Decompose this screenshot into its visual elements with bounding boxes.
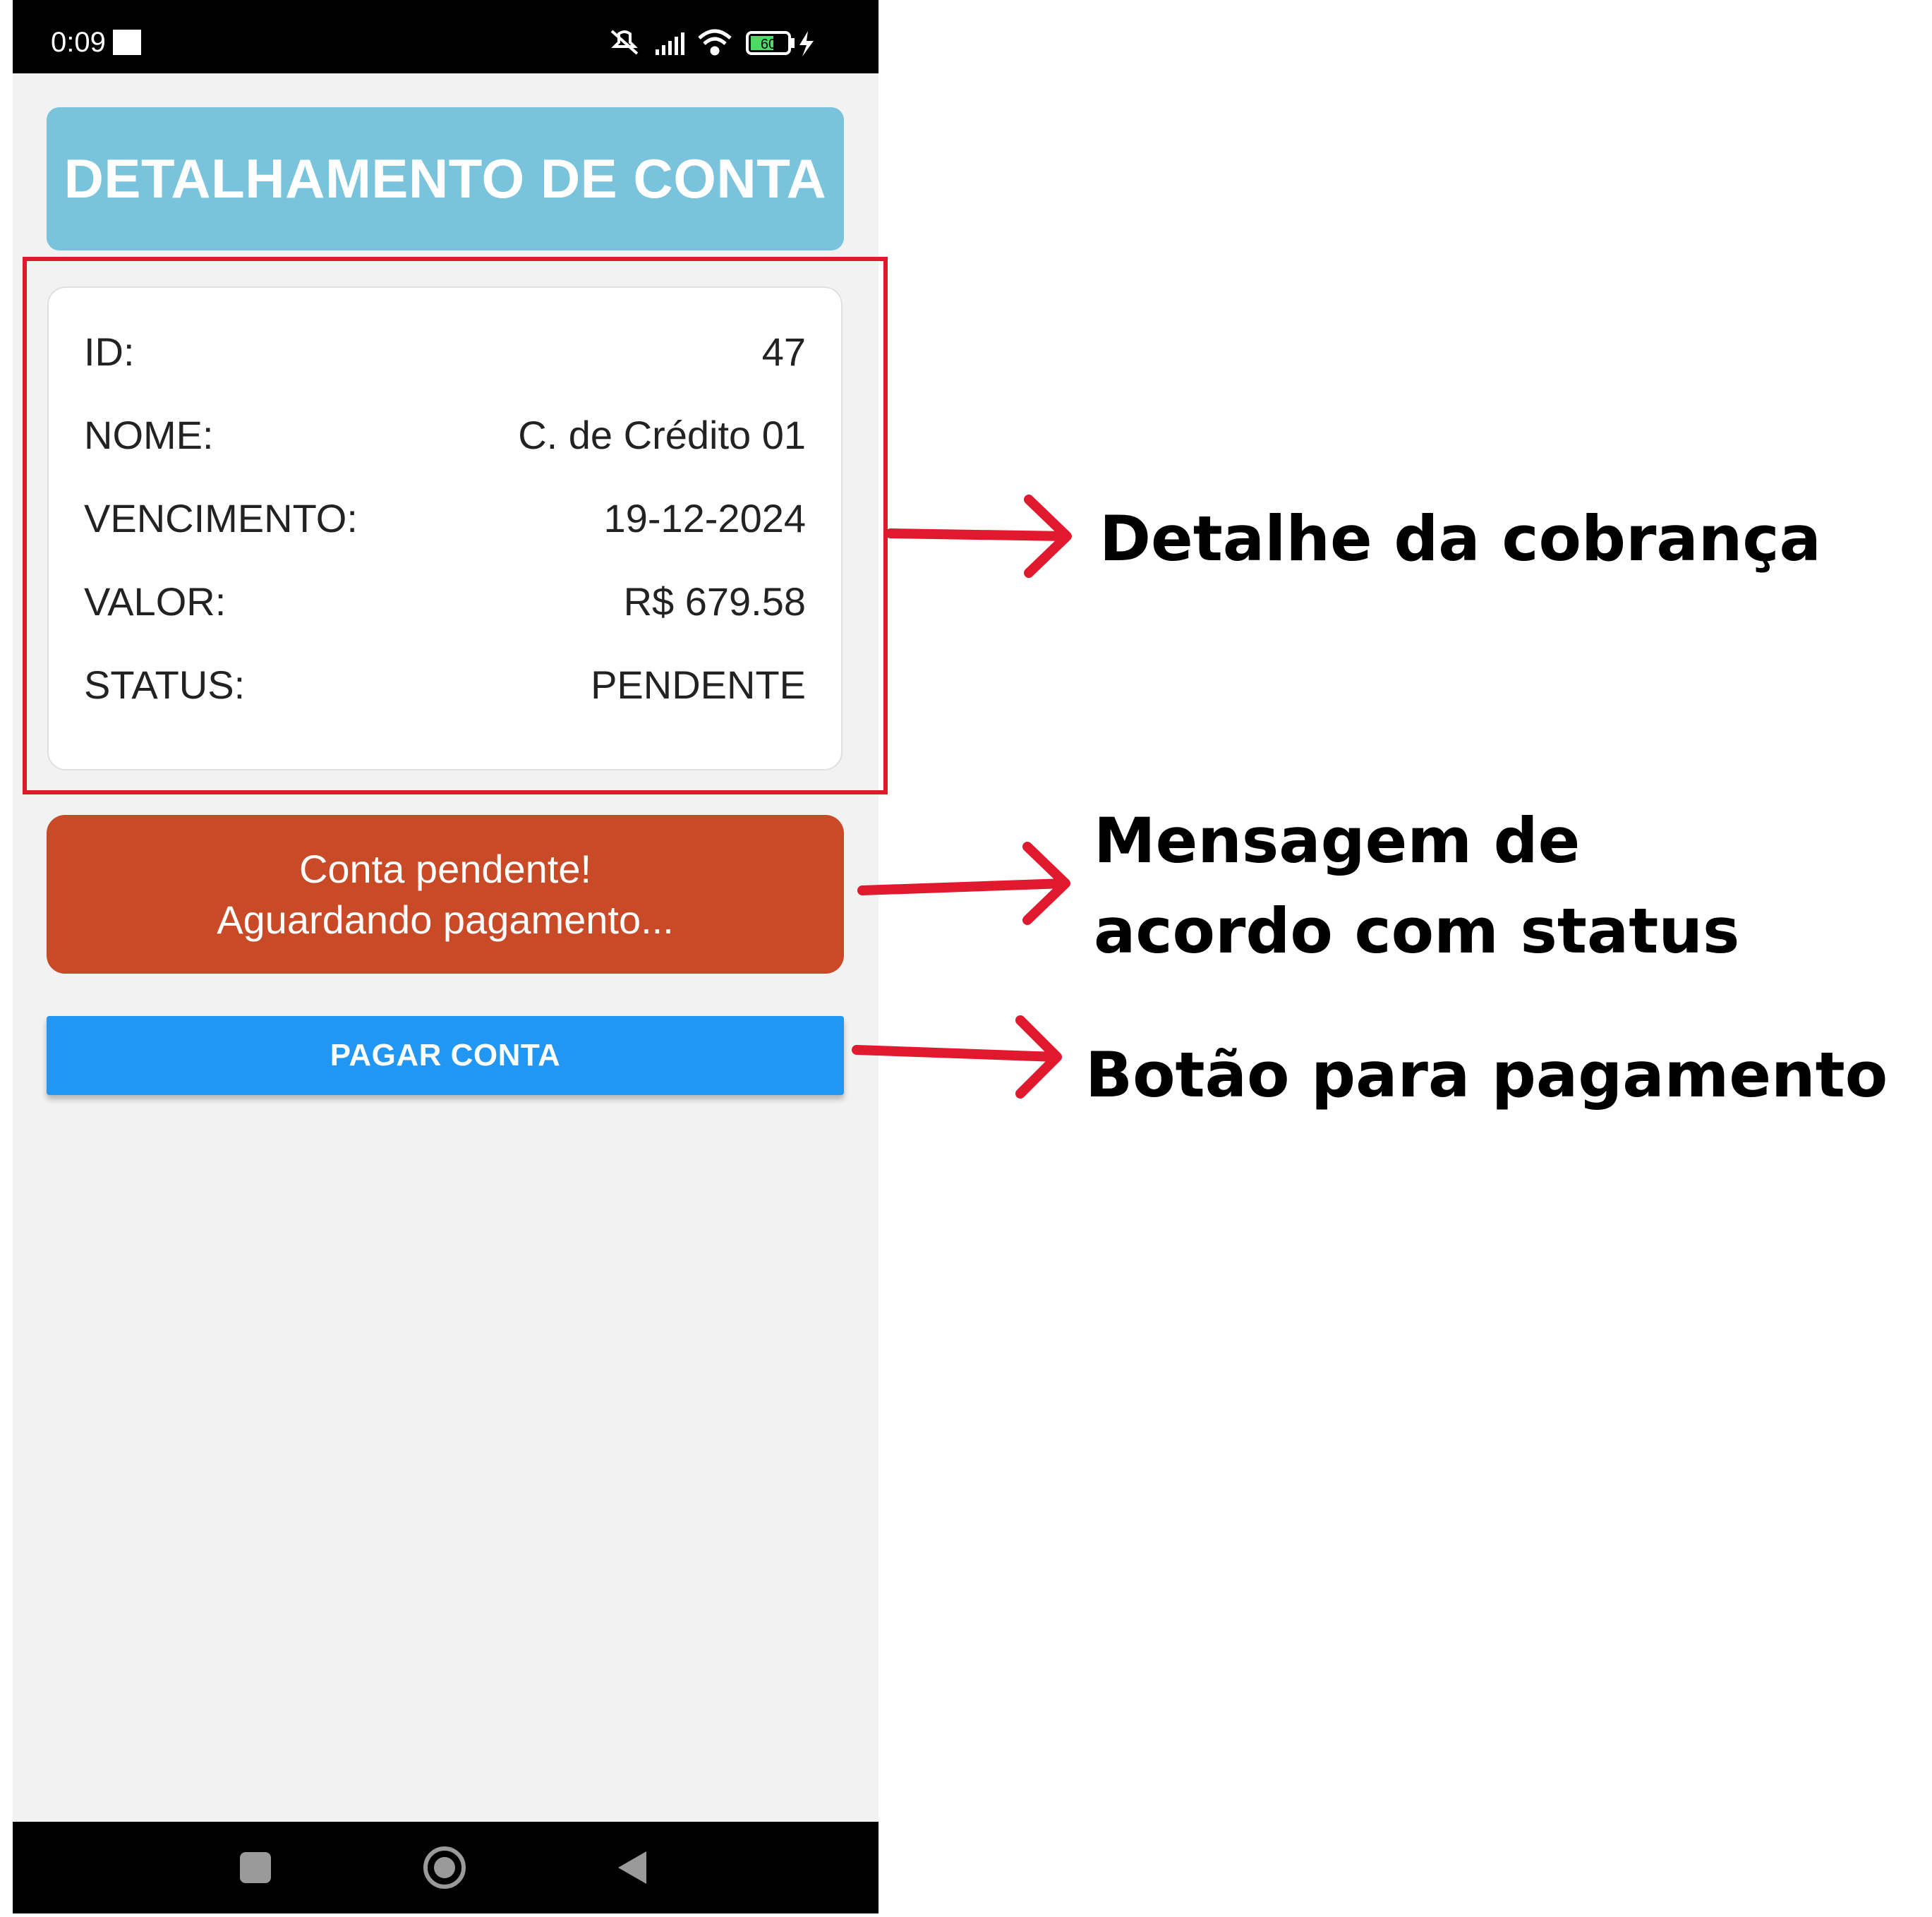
arrow-button-icon bbox=[852, 1015, 1062, 1099]
arrow-detail-icon bbox=[886, 495, 1072, 578]
annotation-detail: Detalhe da cobrança bbox=[1099, 502, 1821, 575]
annotation-message-line2: acordo com status bbox=[1094, 895, 1740, 967]
arrow-message-icon bbox=[857, 842, 1070, 925]
annotation-message-line1: Mensagem de bbox=[1094, 804, 1581, 877]
annotation-button: Botão para pagamento bbox=[1085, 1039, 1888, 1111]
